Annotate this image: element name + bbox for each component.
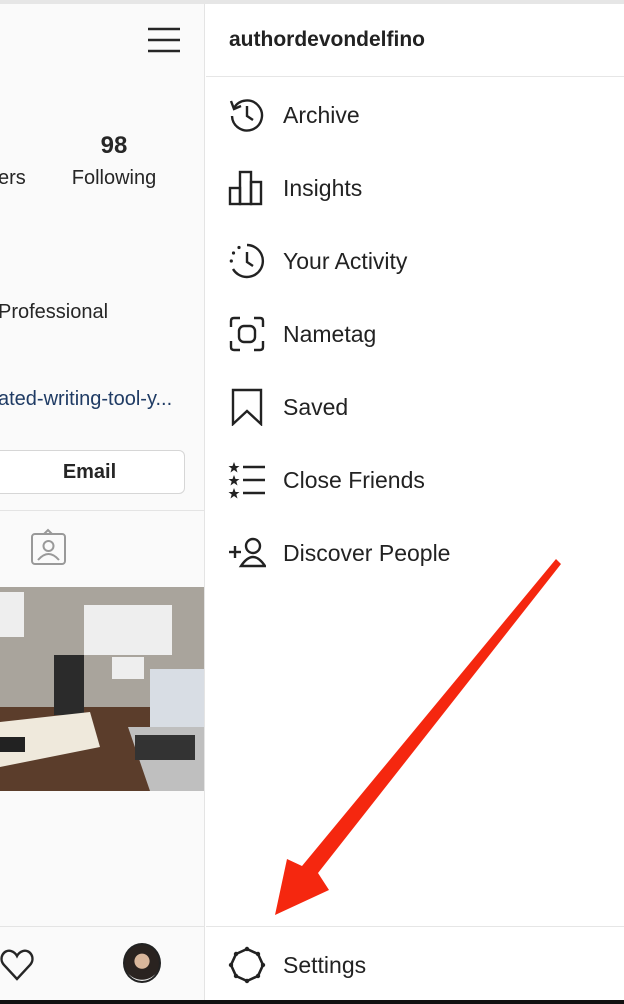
arrow-shape (275, 559, 561, 915)
bottom-bar (0, 1000, 624, 1004)
red-arrow-annotation (275, 559, 561, 915)
